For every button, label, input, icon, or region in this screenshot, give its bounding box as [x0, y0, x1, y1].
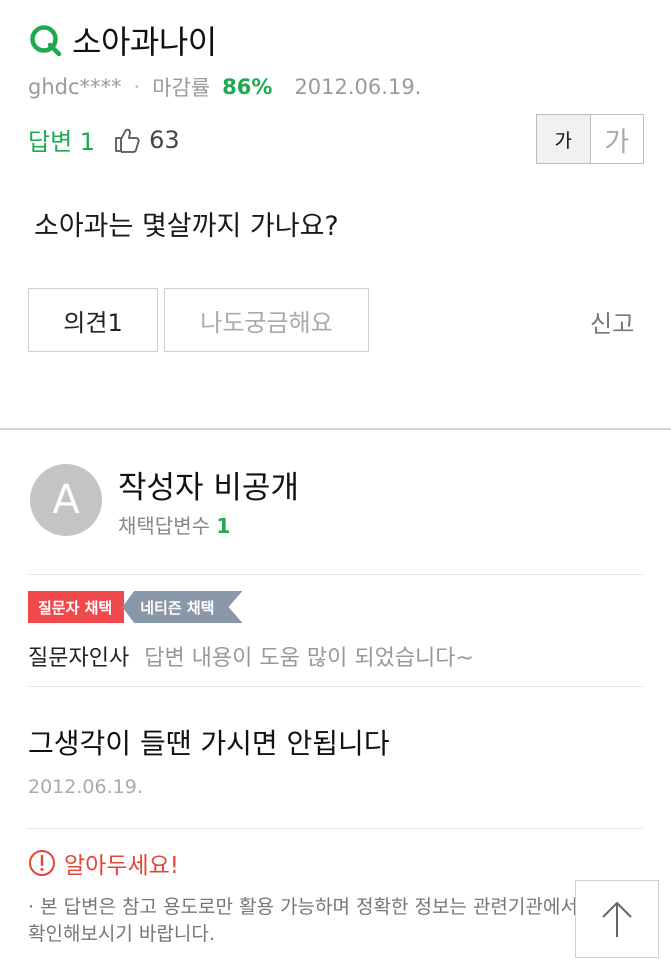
deadline-rate: 86%	[222, 75, 273, 99]
notice-body: · 본 답변은 참고 용도로만 활용 가능하며 정확한 정보는 관련기관에서 확…	[28, 896, 578, 945]
chosen-count: 1	[216, 514, 231, 538]
asker-greeting: 질문자인사 답변 내용이 도움 많이 되었습니다~	[28, 640, 474, 672]
netizen-choice-badge: 네티즌 채택	[122, 591, 242, 623]
answer-count[interactable]: 답변 1	[28, 122, 95, 157]
font-large-button[interactable]: 가	[591, 115, 644, 163]
notice-header: 알아두세요!	[28, 846, 179, 880]
divider	[28, 574, 643, 575]
selection-badges: 질문자 채택 네티즌 채택	[28, 591, 242, 623]
font-small-button[interactable]: 가	[537, 115, 591, 163]
meta-separator: ·	[133, 75, 141, 99]
arrow-up-icon	[602, 901, 632, 937]
question-date: 2012.06.19.	[294, 75, 422, 99]
chosen-answer-count: 채택답변수 1	[118, 510, 230, 539]
answer-text: 그생각이 들땐 가시면 안됩니다	[28, 727, 390, 760]
like-count: 63	[149, 125, 180, 154]
asker-choice-badge: 질문자 채택	[28, 591, 125, 623]
section-divider	[0, 428, 671, 430]
divider	[28, 828, 643, 829]
curious-button[interactable]: 나도궁금해요	[164, 288, 369, 352]
alert-circle-icon	[29, 850, 55, 876]
answer-date: 2012.06.19.	[28, 776, 143, 798]
question-body: 소아과는 몇살까지 가나요?	[34, 211, 339, 242]
question-user[interactable]: ghdc****	[28, 75, 122, 99]
answer-like-row: 답변 1 63	[28, 122, 180, 157]
greeting-message: 답변 내용이 도움 많이 되었습니다~	[144, 646, 474, 671]
greeting-label: 질문자인사	[28, 646, 130, 671]
font-size-toggle: 가 가	[536, 114, 644, 164]
answer-author: 작성자 비공개	[118, 470, 299, 506]
divider	[28, 686, 643, 687]
avatar-letter: A	[52, 477, 80, 523]
q-icon	[30, 25, 62, 57]
question-title-row: 소아과나이	[28, 14, 217, 66]
report-link[interactable]: 신고	[590, 304, 634, 339]
notice-title: 알아두세요!	[64, 853, 180, 879]
avatar: A	[30, 464, 102, 536]
thumbs-up-icon[interactable]	[113, 126, 141, 154]
question-meta: ghdc**** · 마감률 86% 2012.06.19.	[28, 72, 421, 102]
scroll-top-button[interactable]	[575, 880, 659, 958]
deadline-label: 마감률	[152, 76, 211, 100]
chosen-label: 채택답변수	[118, 514, 210, 538]
question-title: 소아과나이	[72, 23, 217, 61]
opinion-button[interactable]: 의견1	[28, 288, 158, 352]
